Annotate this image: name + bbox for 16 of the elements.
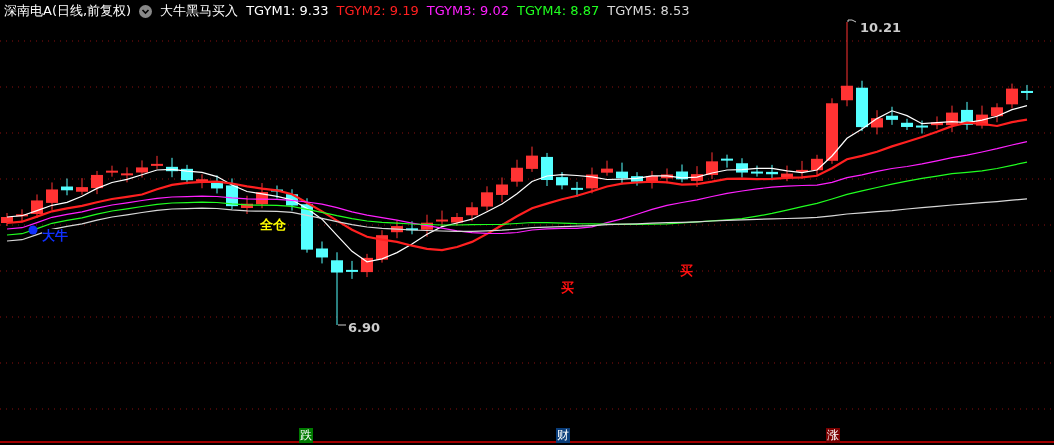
marker-label: 涨 (826, 428, 840, 444)
marker-label: 跌 (299, 428, 313, 444)
price-label: 6.90 (348, 321, 381, 334)
indicator-value: TGYM2: 9.19 (336, 2, 419, 20)
signal-label: 买 (680, 264, 693, 277)
indicator-value: TGYM1: 9.33 (246, 2, 329, 20)
indicator-name: 大牛黑马买入 (160, 2, 239, 20)
indicator-value: TGYM5: 8.53 (607, 2, 690, 20)
stock-title: 深南电A(日线,前复权) (4, 2, 132, 20)
signal-label: 全仓 (260, 218, 286, 231)
marker-label: 财 (556, 428, 570, 444)
signal-label: 买 (561, 281, 574, 294)
price-label: 10.21 (860, 21, 902, 34)
indicator-value: TGYM3: 9.02 (426, 2, 509, 20)
signal-label: 大牛 (42, 229, 68, 242)
indicator-value: TGYM4: 8.87 (516, 2, 600, 20)
